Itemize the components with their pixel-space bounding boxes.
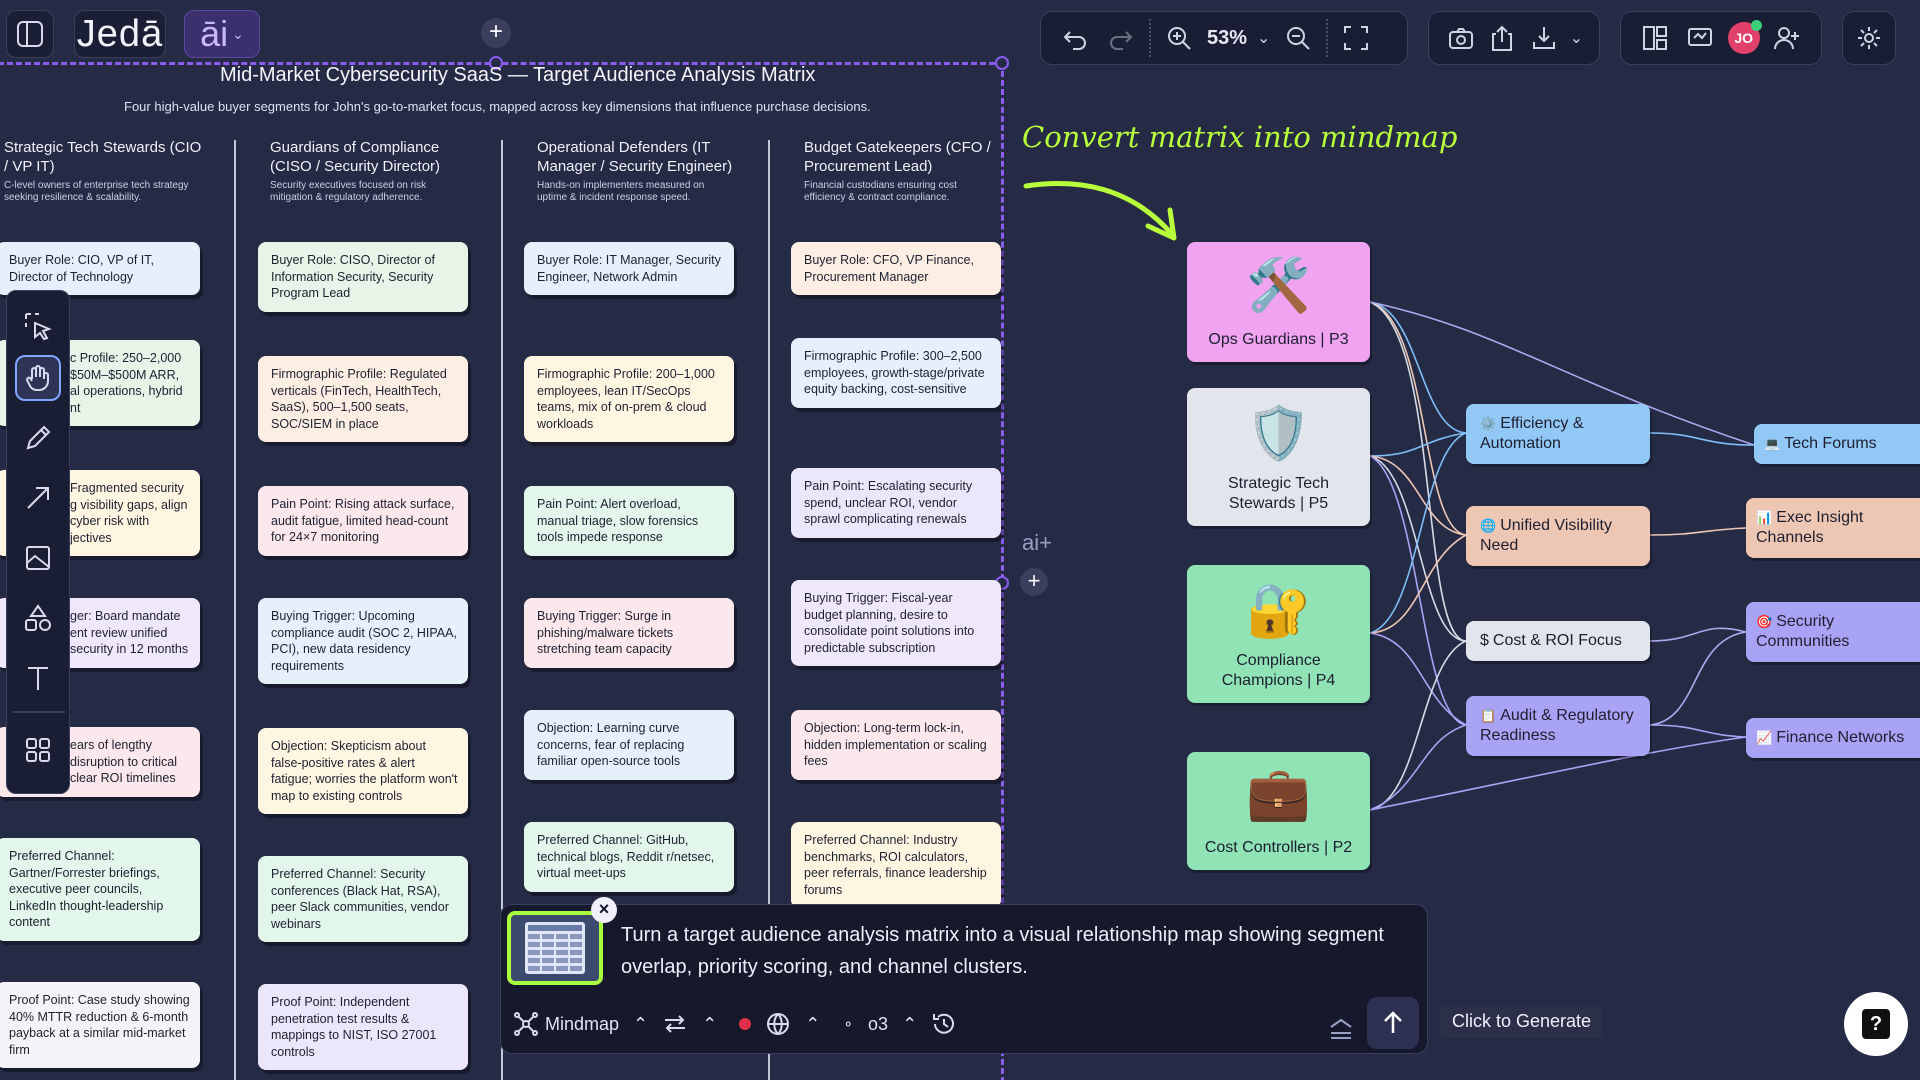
node-label: Unified Visibility Need (1480, 517, 1612, 554)
connector (1369, 632, 1467, 726)
generate-tooltip: Click to Generate (1440, 1005, 1604, 1038)
mindmap-node-persona[interactable]: 🔐 Compliance Champions | P4 (1187, 565, 1370, 703)
model-select[interactable]: o3 (868, 1014, 888, 1035)
help-button[interactable]: ? (1844, 992, 1908, 1056)
clipboard-icon: 📋 (1480, 708, 1497, 723)
node-label: Strategic Tech Stewards | P5 (1227, 475, 1330, 512)
mindmap-node-persona[interactable]: 🛠️ Ops Guardians | P3 (1187, 242, 1370, 362)
connector (1649, 724, 1747, 738)
attached-image-thumbnail[interactable] (507, 911, 603, 985)
mindmap-node-need[interactable]: 📋 Audit & Regulatory Readiness (1466, 696, 1650, 756)
connector (1369, 455, 1467, 536)
mindmap-node-persona[interactable]: 🛡️ Strategic Tech Stewards | P5 (1187, 388, 1370, 526)
node-label: Cost & ROI Focus (1492, 632, 1622, 649)
prompt-options: Mindmap ⌃ ⌃ ⌃ ⚬ o3 ⌃ (513, 1011, 957, 1037)
arrow-up-icon (1384, 1011, 1402, 1033)
node-label: Audit & Regulatory Readiness (1480, 707, 1634, 744)
connector (1649, 631, 1747, 726)
dollar-icon: $ (1480, 632, 1489, 649)
node-label: Compliance Champions | P4 (1221, 652, 1336, 689)
gear-icon: ⚙️ (1480, 416, 1497, 431)
connector (1649, 627, 1747, 642)
node-label: Tech Forums (1784, 435, 1877, 452)
prompt-panel: × Turn a target audience analysis matrix… (500, 897, 1428, 1054)
collapse-icon[interactable] (1327, 1015, 1355, 1043)
record-icon[interactable] (739, 1018, 752, 1030)
shield-icon: 🛡️ (1246, 405, 1311, 463)
connector (1649, 527, 1747, 536)
model-icon: ⚬ (842, 1015, 855, 1032)
prompt-input[interactable]: Turn a target audience analysis matrix i… (621, 919, 1411, 983)
mode-select[interactable]: Mindmap (545, 1014, 619, 1035)
mindmap-node-channel[interactable]: 🎯 Security Communities (1746, 602, 1920, 662)
connector (1369, 640, 1467, 811)
swap-icon[interactable] (662, 1011, 688, 1037)
node-label: Exec Insight Channels (1756, 509, 1864, 546)
mindmap-node-need[interactable]: $ Cost & ROI Focus (1466, 621, 1650, 661)
mindmap-node-need[interactable]: 🌐 Unified Visibility Need (1466, 506, 1650, 566)
chevron-up-icon[interactable]: ⌃ (902, 1014, 917, 1035)
mindmap-node-need[interactable]: ⚙️ Efficiency & Automation (1466, 404, 1650, 464)
trend-up-icon: 📈 (1756, 730, 1773, 745)
chevron-up-icon[interactable]: ⌃ (702, 1014, 717, 1035)
laptop-icon: 💻 (1764, 436, 1781, 451)
chart-icon: 📊 (1756, 510, 1773, 525)
node-label: Finance Networks (1776, 729, 1905, 746)
chevron-up-icon[interactable]: ⌃ (805, 1014, 820, 1035)
connector (1369, 455, 1467, 642)
chevron-up-icon[interactable]: ⌃ (633, 1014, 648, 1035)
mindmap-node-channel[interactable]: 📈 Finance Networks (1746, 718, 1920, 758)
mindmap-node-channel[interactable]: 📊 Exec Insight Channels (1746, 498, 1920, 558)
lock-icon: 🔐 (1246, 582, 1311, 640)
mindmap-icon (514, 1012, 538, 1036)
remove-attachment-button[interactable]: × (591, 897, 617, 923)
help-icon: ? (1862, 1009, 1890, 1039)
briefcase-icon: 💼 (1246, 765, 1311, 823)
table-icon (525, 922, 585, 974)
connector (1369, 455, 1467, 726)
node-label: Ops Guardians | P3 (1208, 331, 1349, 348)
connector (1369, 432, 1467, 634)
globe-icon[interactable] (765, 1011, 791, 1037)
connector (1369, 724, 1467, 811)
tools-icon: 🛠️ (1246, 257, 1311, 315)
target-icon: 🎯 (1756, 614, 1773, 629)
node-label: Cost Controllers | P2 (1204, 839, 1353, 856)
send-button[interactable] (1367, 997, 1419, 1049)
mindmap-node-persona[interactable]: 💼 Cost Controllers | P2 (1187, 752, 1370, 870)
mindmap-node-channel[interactable]: 💻 Tech Forums (1754, 424, 1920, 464)
history-icon[interactable] (931, 1011, 957, 1037)
globe-icon: 🌐 (1480, 518, 1497, 533)
